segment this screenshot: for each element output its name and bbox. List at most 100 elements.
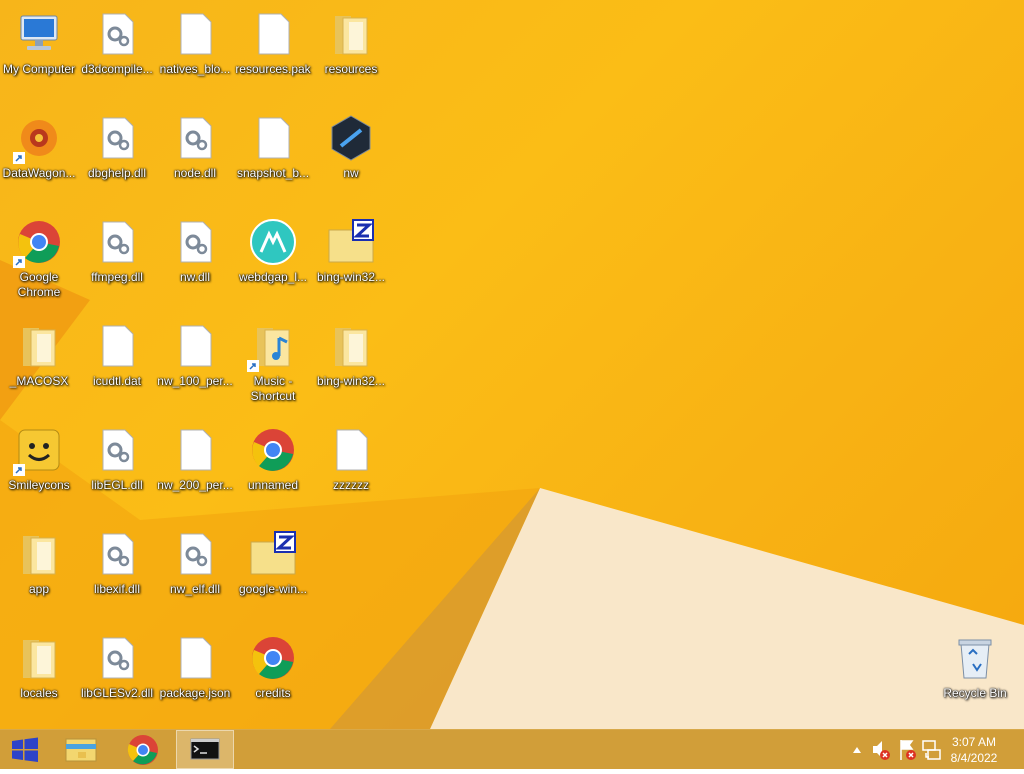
desktop-icon-label: resources.pak <box>235 62 311 76</box>
dll-file-icon <box>171 530 219 578</box>
desktop-icon-icudtl[interactable]: icudtl.dat <box>78 316 156 416</box>
desktop-icon-label: Google Chrome <box>17 270 61 299</box>
desktop-icon-zzzzzz[interactable]: zzzzzz <box>312 420 390 520</box>
desktop-icon-dbghelp[interactable]: dbghelp.dll <box>78 108 156 208</box>
desktop-icon-label: nw_elf.dll <box>169 582 221 596</box>
desktop-icon-credits[interactable]: credits <box>234 628 312 728</box>
blank-file-icon <box>249 10 297 58</box>
tray-volume[interactable] <box>870 730 892 769</box>
smiley-icon <box>13 426 63 476</box>
folder-icon <box>15 634 63 682</box>
blank-file-icon <box>171 322 219 370</box>
desktop-icon-nw-200[interactable]: nw_200_per... <box>156 420 234 520</box>
dll-file-icon <box>93 218 141 266</box>
desktop-icon-label: webdgap_l... <box>238 270 308 284</box>
desktop-icon-label: app <box>28 582 50 596</box>
desktop-icon-recycle-bin[interactable]: Recycle Bin <box>936 628 1014 728</box>
shortcut-arrow-icon <box>13 464 25 476</box>
desktop-icon-label: Smileycons <box>8 478 70 492</box>
desktop[interactable]: My Computer DataWagon... Google Chrome _… <box>0 0 1024 729</box>
desktop-icon-d3dcompiler[interactable]: d3dcompile... <box>78 4 156 104</box>
clock-date: 8/4/2022 <box>950 751 998 765</box>
desktop-icon-label: credits <box>255 686 291 700</box>
taskbar-chrome[interactable] <box>120 730 166 769</box>
taskbar-command-prompt[interactable] <box>176 730 234 769</box>
clock[interactable]: 3:07 AM 8/4/2022 <box>944 734 1004 766</box>
desktop-icon-locales[interactable]: locales <box>0 628 78 728</box>
chrome-icon <box>249 426 297 474</box>
desktop-icon-nw-elf[interactable]: nw_elf.dll <box>156 524 234 624</box>
start-button[interactable] <box>0 730 50 769</box>
file-explorer-icon <box>65 738 97 762</box>
desktop-icon-libglesv2[interactable]: libGLESv2.dll <box>78 628 156 728</box>
desktop-icon-bing-win32-zip[interactable]: bing-win32... <box>312 212 390 312</box>
desktop-icon-unnamed[interactable]: unnamed <box>234 420 312 520</box>
dll-file-icon <box>93 114 141 162</box>
webdgap-icon <box>249 218 297 266</box>
recycle-bin-icon <box>951 634 999 682</box>
dll-file-icon <box>171 114 219 162</box>
desktop-icon-nw-dll[interactable]: nw.dll <box>156 212 234 312</box>
desktop-icon-smileycons[interactable]: Smileycons <box>0 420 78 520</box>
desktop-icon-datawagon[interactable]: DataWagon... <box>0 108 78 208</box>
desktop-icon-nw[interactable]: nw <box>312 108 390 208</box>
desktop-icon-google-chrome[interactable]: Google Chrome <box>0 212 78 312</box>
computer-icon <box>15 10 63 58</box>
zip-folder-icon <box>327 218 375 266</box>
dll-file-icon <box>93 530 141 578</box>
dll-file-icon <box>93 426 141 474</box>
shortcut-arrow-icon <box>13 256 25 268</box>
desktop-icon-label: ffmpeg.dll <box>91 270 143 284</box>
desktop-icon-label: libEGL.dll <box>91 478 143 492</box>
tray-network[interactable] <box>920 730 942 769</box>
desktop-icon-music-shortcut[interactable]: Music - Shortcut <box>234 316 312 416</box>
desktop-icon-resources-pak[interactable]: resources.pak <box>234 4 312 104</box>
desktop-icon-label: nw.dll <box>179 270 211 284</box>
desktop-icon-label: unnamed <box>247 478 299 492</box>
clock-time: 3:07 AM <box>951 735 997 749</box>
windows-logo-icon <box>12 737 38 762</box>
desktop-icon-label: d3dcompile... <box>81 62 153 76</box>
desktop-icon-libegl[interactable]: libEGL.dll <box>78 420 156 520</box>
music-folder-icon <box>247 322 297 372</box>
blank-file-icon <box>327 426 375 474</box>
desktop-icon-node-dll[interactable]: node.dll <box>156 108 234 208</box>
folder-icon <box>327 10 375 58</box>
network-icon <box>922 740 941 760</box>
tray-action-center[interactable] <box>896 730 918 769</box>
desktop-icon-label: Recycle Bin <box>943 686 1007 700</box>
desktop-icon-libexif[interactable]: libexif.dll <box>78 524 156 624</box>
desktop-icon-label: Music - Shortcut <box>250 374 296 403</box>
desktop-icon-resources-folder[interactable]: resources <box>312 4 390 104</box>
desktop-icon-macosx[interactable]: _MACOSX <box>0 316 78 416</box>
desktop-icon-label: My Computer <box>2 62 76 76</box>
desktop-icon-snapshot-blob[interactable]: snapshot_b... <box>234 108 312 208</box>
desktop-icon-webdgap[interactable]: webdgap_l... <box>234 212 312 312</box>
blank-file-icon <box>171 10 219 58</box>
desktop-icon-label: nw_100_per... <box>157 374 233 388</box>
desktop-icon-package-json[interactable]: package.json <box>156 628 234 728</box>
desktop-icon-my-computer[interactable]: My Computer <box>0 4 78 104</box>
desktop-icon-label: dbghelp.dll <box>87 166 147 180</box>
shortcut-arrow-icon <box>13 152 25 164</box>
show-hidden-icons-button[interactable] <box>850 730 864 769</box>
action-center-flag-icon <box>900 740 916 760</box>
chrome-icon <box>13 218 63 268</box>
taskbar-file-explorer[interactable] <box>58 730 104 769</box>
desktop-icon-label: google-win... <box>238 582 308 596</box>
nw-icon <box>327 114 375 162</box>
desktop-icon-nw-100[interactable]: nw_100_per... <box>156 316 234 416</box>
desktop-icon-label: zzzzzz <box>333 478 369 492</box>
chrome-icon <box>127 735 158 765</box>
dll-file-icon <box>93 634 141 682</box>
taskbar: 3:07 AM 8/4/2022 <box>0 729 1024 769</box>
desktop-icon-label: resources <box>324 62 378 76</box>
zip-folder-icon <box>249 530 297 578</box>
desktop-icon-app[interactable]: app <box>0 524 78 624</box>
desktop-icon-bing-win32-folder[interactable]: bing-win32... <box>312 316 390 416</box>
desktop-icon-google-win[interactable]: google-win... <box>234 524 312 624</box>
desktop-icon-label: locales <box>20 686 58 700</box>
desktop-icon-natives-blob[interactable]: natives_blo... <box>156 4 234 104</box>
shortcut-arrow-icon <box>247 360 259 372</box>
desktop-icon-ffmpeg[interactable]: ffmpeg.dll <box>78 212 156 312</box>
